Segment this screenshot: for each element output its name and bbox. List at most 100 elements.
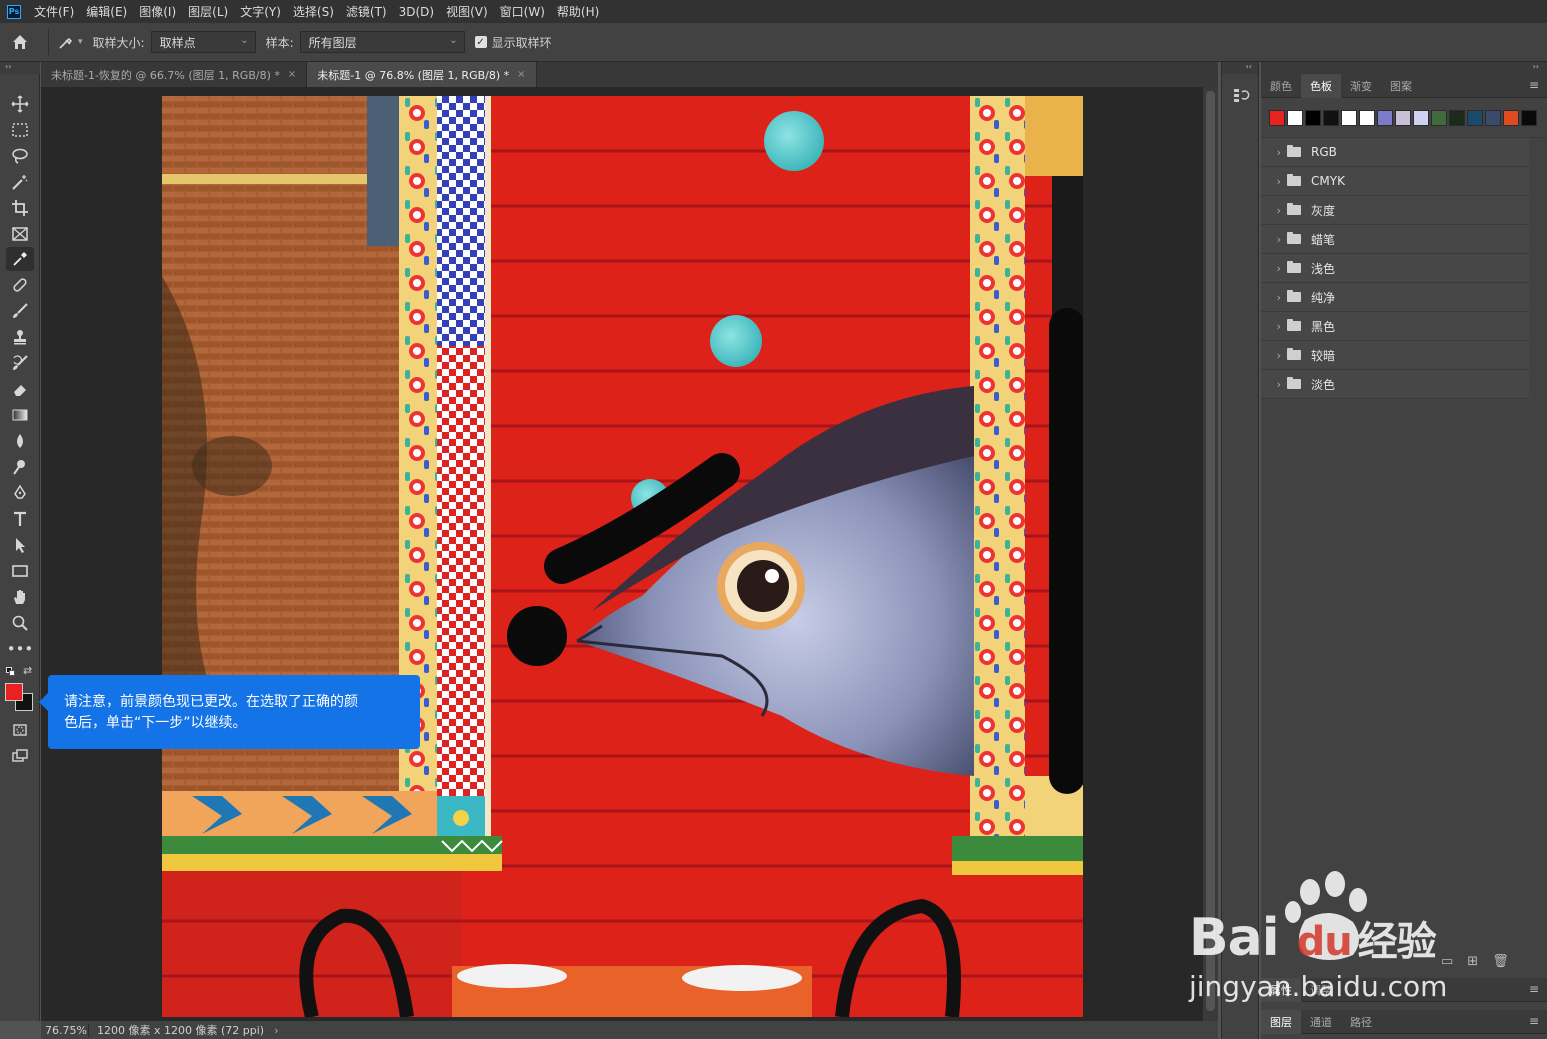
tab-channels[interactable]: 通道 [1301,1010,1341,1034]
document-tab-active[interactable]: 未标题-1 @ 76.8% (图层 1, RGB/8) * × [307,62,537,87]
eraser-tool-icon[interactable] [6,377,34,401]
panel-menu-icon[interactable]: ≡ [1529,1014,1539,1028]
clone-stamp-tool-icon[interactable] [6,325,34,349]
lasso-tool-icon[interactable] [6,144,34,168]
zoom-tool-icon[interactable] [6,611,34,635]
chevron-right-icon[interactable]: › [1261,146,1281,159]
swatch-group-black[interactable]: › 黑色 [1261,312,1529,341]
brush-tool-icon[interactable] [6,299,34,323]
healing-brush-tool-icon[interactable] [6,273,34,297]
tab-paths[interactable]: 路径 [1341,1010,1381,1034]
tab-gradients[interactable]: 渐变 [1341,74,1381,98]
menu-image[interactable]: 图像(I) [139,3,176,20]
color-swatch[interactable] [1377,109,1393,126]
tab-color[interactable]: 颜色 [1261,74,1301,98]
type-tool-icon[interactable] [6,507,34,531]
swap-colors-icon[interactable]: ⇄ [23,664,32,677]
tab-swatches[interactable]: 色板 [1301,73,1341,98]
swatch-group-cmyk[interactable]: › CMYK [1261,167,1529,196]
blur-tool-icon[interactable] [6,429,34,453]
menu-help[interactable]: 帮助(H) [557,3,599,20]
close-icon[interactable]: × [288,69,296,80]
marquee-tool-icon[interactable] [6,118,34,142]
chevron-right-icon[interactable]: › [1261,320,1281,333]
dodge-tool-icon[interactable] [6,455,34,479]
swatch-group-pastel[interactable]: › 蜡笔 [1261,225,1529,254]
rectangle-tool-icon[interactable] [6,559,34,583]
chevron-right-icon[interactable]: › [274,1024,278,1037]
gradient-tool-icon[interactable] [6,403,34,427]
frame-tool-icon[interactable] [6,222,34,246]
foreground-color-swatch[interactable] [5,683,23,701]
menu-select[interactable]: 选择(S) [293,3,334,20]
quick-mask-icon[interactable] [6,718,34,742]
magic-wand-tool-icon[interactable] [6,170,34,194]
home-icon[interactable] [0,27,40,57]
menu-3d[interactable]: 3D(D) [399,5,434,19]
crop-tool-icon[interactable] [6,196,34,220]
color-swatch[interactable] [1431,109,1447,126]
chevron-right-icon[interactable]: › [1261,349,1281,362]
color-swatch[interactable] [1449,109,1465,126]
chevron-right-icon[interactable]: › [1261,291,1281,304]
panel-menu-icon[interactable]: ≡ [1529,78,1539,92]
color-swatch[interactable] [1269,109,1285,126]
swatch-group-tint[interactable]: › 淡色 [1261,370,1529,399]
swatch-group-dark[interactable]: › 较暗 [1261,341,1529,370]
document-image[interactable] [162,96,1083,1017]
eyedropper-tool-icon[interactable] [6,247,34,271]
document-tab-recovered[interactable]: 未标题-1-恢复的 @ 66.7% (图层 1, RGB/8) * × [41,62,308,87]
toolbar-collapse-icon[interactable]: ›› [0,62,40,74]
hand-tool-icon[interactable] [6,585,34,609]
show-ring-checkbox[interactable]: ✓ 显示取样环 [474,34,558,51]
chevron-right-icon[interactable]: › [1261,378,1281,391]
close-icon[interactable]: × [517,69,525,80]
color-swatch[interactable] [1413,109,1429,126]
color-swatch[interactable] [1503,109,1519,126]
color-swatch[interactable] [1485,109,1501,126]
color-swatch[interactable] [1359,109,1375,126]
color-swatch[interactable] [1395,109,1411,126]
menu-window[interactable]: 窗口(W) [500,3,545,20]
swatch-group-grayscale[interactable]: › 灰度 [1261,196,1529,225]
expand-icon[interactable]: ›› [1261,62,1547,74]
vertical-scrollbar[interactable] [1203,87,1218,1021]
eyedropper-preset-icon[interactable]: ▾ [57,33,83,51]
scroll-thumb[interactable] [1206,91,1215,1011]
menu-filter[interactable]: 滤镜(T) [346,3,387,20]
color-swatch[interactable] [1323,109,1339,126]
menu-type[interactable]: 文字(Y) [240,3,281,20]
collapse-icon[interactable]: ‹‹ [1222,62,1258,74]
screen-mode-icon[interactable] [6,744,34,768]
color-swatch[interactable] [1341,109,1357,126]
chevron-right-icon[interactable]: › [1261,262,1281,275]
color-swatch[interactable] [1521,109,1537,126]
zoom-level[interactable]: 76.75% [41,1023,89,1037]
color-swatch[interactable] [1287,109,1303,126]
color-swatch[interactable] [1467,109,1483,126]
swatch-group-light[interactable]: › 浅色 [1261,254,1529,283]
new-swatch-icon[interactable]: ⊞ [1467,954,1478,969]
trash-icon[interactable]: 🗑 [1492,954,1509,969]
history-brush-tool-icon[interactable] [6,351,34,375]
tab-patterns[interactable]: 图案 [1381,74,1421,98]
menu-view[interactable]: 视图(V) [446,3,488,20]
more-tools-icon[interactable]: ••• [6,637,34,661]
swatch-group-rgb[interactable]: › RGB [1261,138,1529,167]
menu-layer[interactable]: 图层(L) [188,3,228,20]
tab-layers[interactable]: 图层 [1261,1009,1301,1034]
tab-adjustments[interactable]: 调整 [1301,978,1341,1002]
sample-select[interactable]: 所有图层 ⌄ [299,31,465,53]
new-group-icon[interactable]: ▭ [1441,954,1453,969]
default-colors-icon[interactable] [6,667,16,677]
swatch-group-pure[interactable]: › 纯净 [1261,283,1529,312]
move-tool-icon[interactable] [6,92,34,116]
chevron-right-icon[interactable]: › [1261,175,1281,188]
chevron-right-icon[interactable]: › [1261,204,1281,217]
chevron-right-icon[interactable]: › [1261,233,1281,246]
pen-tool-icon[interactable] [6,481,34,505]
history-panel-icon[interactable] [1232,86,1250,104]
color-swatch[interactable] [1305,109,1321,126]
path-selection-tool-icon[interactable] [6,533,34,557]
panel-menu-icon[interactable]: ≡ [1529,982,1539,996]
